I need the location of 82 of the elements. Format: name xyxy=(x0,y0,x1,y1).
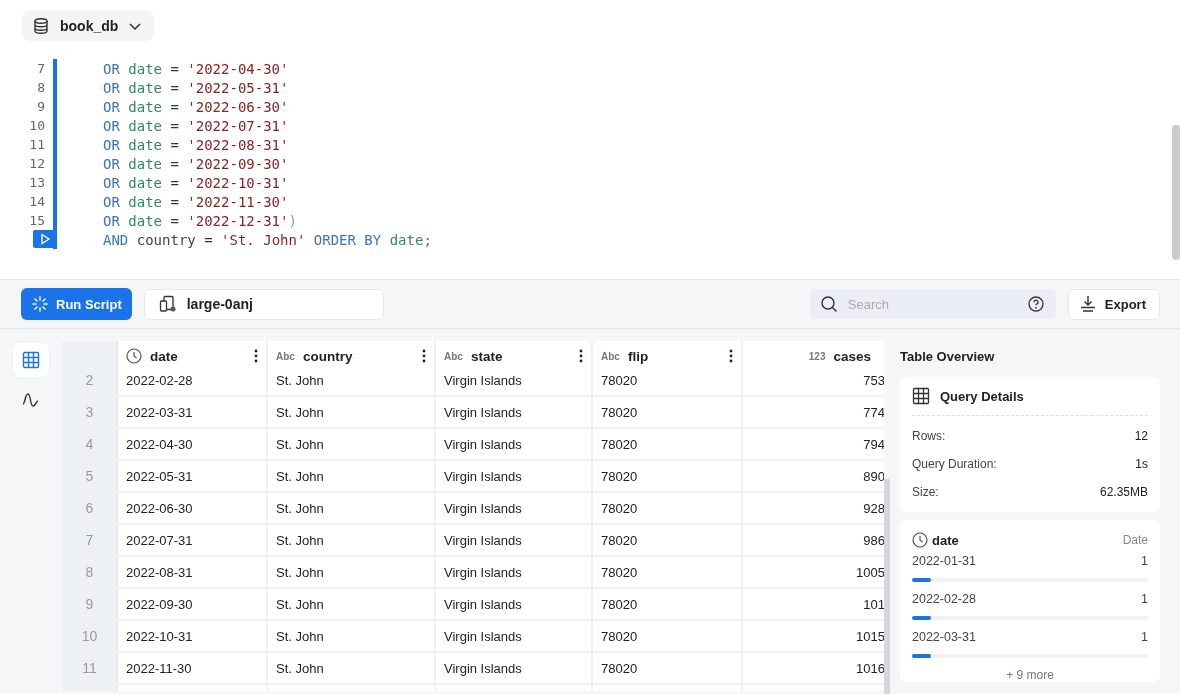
table-cell-text: 794 xyxy=(862,435,884,454)
search-input[interactable]: Search xyxy=(845,295,1020,313)
value-label: 2022-03-31 xyxy=(912,630,976,644)
row-number: 8 xyxy=(62,557,118,587)
table-cell-text: 1015 xyxy=(855,627,884,646)
detail-value: 1s xyxy=(1135,457,1148,471)
line-number: 11 xyxy=(28,137,46,152)
table-cell-text: 774 xyxy=(862,403,884,422)
line-number: 9 xyxy=(36,99,46,114)
code-line: OR date = '2022-11-30' xyxy=(103,193,289,210)
line-number: 10 xyxy=(28,118,46,133)
code-line: OR date = '2022-07-31' xyxy=(103,117,289,134)
value-count: 1 xyxy=(1141,630,1148,644)
table-view-tab[interactable] xyxy=(13,342,49,378)
database-select[interactable]: book_db xyxy=(22,10,155,41)
devices-icon xyxy=(158,295,177,313)
row-number: 11 xyxy=(62,653,118,683)
search-icon xyxy=(819,295,838,313)
column-type: Date xyxy=(1122,533,1148,547)
more-icon[interactable] xyxy=(729,349,733,363)
code-line: OR date = '2022-10-31' xyxy=(103,174,289,191)
detail-label: Query Duration: xyxy=(912,457,997,471)
value-label: 2022-02-28 xyxy=(912,592,976,606)
more-icon[interactable] xyxy=(254,349,258,363)
row-number: 9 xyxy=(62,589,118,619)
table-cell-text: 101 xyxy=(862,595,884,614)
download-icon xyxy=(1078,295,1097,313)
database-icon xyxy=(32,16,50,35)
wave-icon xyxy=(22,391,40,409)
row-number: 2 xyxy=(62,371,118,395)
line-number: 8 xyxy=(36,80,46,95)
code-line: OR date = '2022-06-30' xyxy=(103,98,289,115)
grid-icon xyxy=(22,351,40,369)
code-line: AND country = 'St. John' ORDER BY date; xyxy=(103,231,432,248)
card-title: Query Details xyxy=(940,388,1024,404)
row-number: 7 xyxy=(62,525,118,555)
line-number: 12 xyxy=(28,156,46,171)
run-script-button[interactable]: Run Script xyxy=(21,288,132,320)
table-cell-text: 753 xyxy=(862,371,884,390)
value-count: 1 xyxy=(1141,592,1148,606)
code-line: OR date = '2022-09-30' xyxy=(103,155,289,172)
value-count: 1 xyxy=(1141,554,1148,568)
table-cell-text: 1016 xyxy=(855,659,884,678)
cluster-select[interactable]: large-0anj xyxy=(143,288,384,320)
column-header[interactable]: 123 cases xyxy=(743,341,884,371)
clock-icon xyxy=(912,532,928,548)
more-link[interactable]: + 9 more xyxy=(912,668,1148,682)
code-line: OR date = '2022-08-31' xyxy=(103,136,289,153)
line-number: 7 xyxy=(36,61,46,76)
more-icon[interactable] xyxy=(422,349,426,363)
table-cell-text: 928 xyxy=(862,499,884,518)
detail-value: 62.35MB xyxy=(1099,485,1148,499)
search-bar[interactable]: Search xyxy=(809,289,1056,319)
code-line: OR date = '2022-12-31') xyxy=(103,212,297,229)
help-icon[interactable] xyxy=(1027,296,1044,312)
line-number: 13 xyxy=(28,175,46,190)
code-line: OR date = '2022-04-30' xyxy=(103,60,289,77)
code-line: OR date = '2022-05-31' xyxy=(103,79,289,96)
column-name: date xyxy=(932,532,959,548)
row-number: 6 xyxy=(62,493,118,523)
panel-title: Table Overview xyxy=(900,348,996,366)
more-icon[interactable] xyxy=(579,349,583,363)
table-cell-text: 890 xyxy=(862,467,884,486)
detail-label: Size: xyxy=(912,485,939,499)
table-cell-text: 1005 xyxy=(855,563,884,582)
table-corner xyxy=(62,341,118,371)
line-number: 14 xyxy=(28,194,46,209)
table-icon xyxy=(912,387,930,405)
spinner-icon xyxy=(32,296,48,312)
detail-label: Rows: xyxy=(912,429,946,443)
scrollbar[interactable] xyxy=(1172,125,1180,260)
detail-value: 12 xyxy=(1134,429,1148,443)
value-label: 2022-01-31 xyxy=(912,554,976,568)
row-number: 3 xyxy=(62,397,118,427)
row-number: 5 xyxy=(62,461,118,491)
row-number: 4 xyxy=(62,429,118,459)
export-button[interactable]: Export xyxy=(1067,288,1160,320)
row-number: 10 xyxy=(62,621,118,651)
scrollbar[interactable] xyxy=(884,479,890,694)
table-cell-text: 986 xyxy=(862,531,884,550)
line-number: 15 xyxy=(28,213,46,228)
clock-icon xyxy=(126,348,142,364)
